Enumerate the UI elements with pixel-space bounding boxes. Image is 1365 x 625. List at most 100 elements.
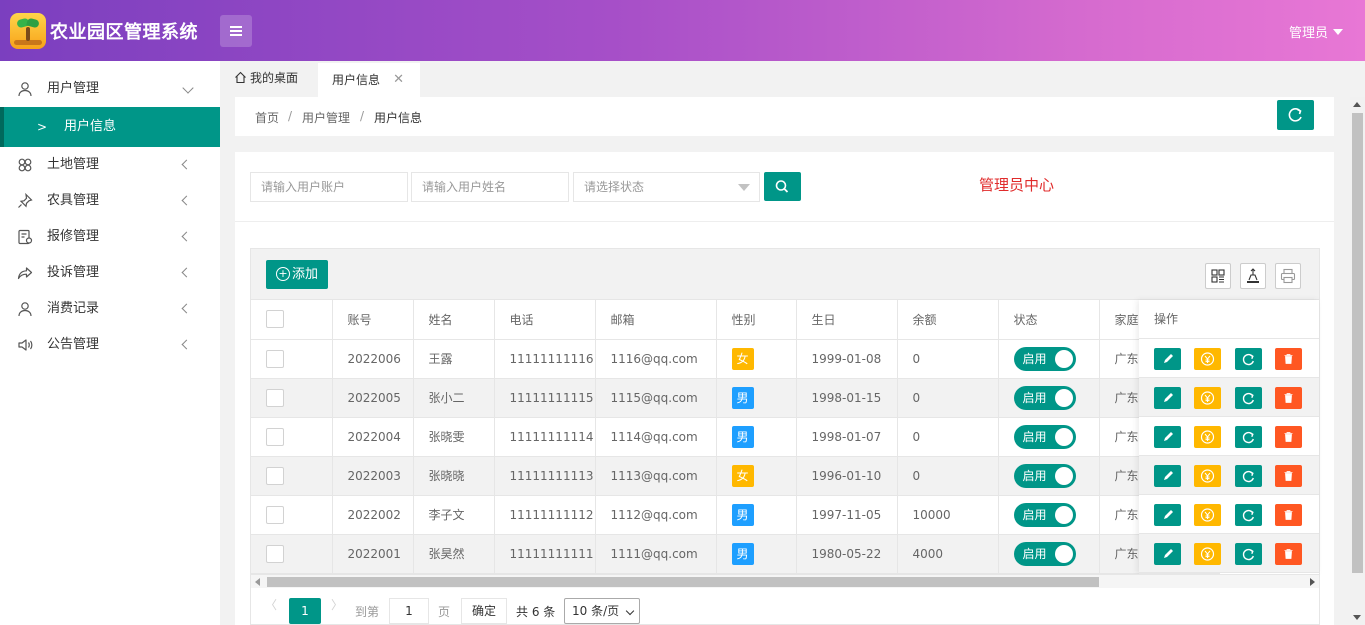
recharge-button[interactable] — [1194, 504, 1221, 526]
edit-button[interactable] — [1154, 387, 1181, 409]
row-checkbox[interactable] — [266, 388, 284, 407]
search-button[interactable] — [764, 172, 801, 201]
scroll-up-icon[interactable] — [1353, 102, 1361, 107]
admin-center-label: 管理员中心 — [979, 176, 1055, 194]
column-header[interactable]: 生日 — [796, 300, 898, 340]
app-title: 农业园区管理系统 — [50, 22, 198, 43]
delete-button[interactable] — [1275, 387, 1302, 409]
recharge-button[interactable] — [1194, 543, 1221, 565]
next-page-button[interactable]: 〉 — [331, 596, 343, 613]
status-toggle[interactable]: 启用 — [1013, 385, 1076, 410]
column-header[interactable]: 邮箱 — [595, 300, 717, 340]
pagination: 〈 1 〉 到第 1 页 确定 共 6 条 10 条/页 — [251, 588, 1319, 625]
status-cell: 启用 — [998, 456, 1100, 496]
status-toggle[interactable]: 启用 — [1013, 463, 1076, 488]
delete-button[interactable] — [1275, 504, 1302, 526]
status-toggle[interactable]: 启用 — [1013, 346, 1076, 371]
tab-home[interactable]: 我的桌面 — [234, 61, 298, 97]
edit-button[interactable] — [1154, 543, 1181, 565]
account-search-input[interactable]: 请输入用户账户 — [250, 172, 408, 202]
scrollbar-thumb[interactable] — [1352, 113, 1363, 573]
status-toggle[interactable]: 启用 — [1013, 424, 1076, 449]
goto-page-input[interactable]: 1 — [389, 598, 429, 624]
status-toggle[interactable]: 启用 — [1013, 541, 1076, 566]
confirm-button[interactable]: 确定 — [461, 598, 507, 624]
tab-user-info[interactable]: 用户信息 ✕ — [318, 61, 420, 97]
print-button[interactable] — [1275, 263, 1301, 289]
menu-toggle-button[interactable] — [220, 15, 252, 47]
scrollbar-thumb[interactable] — [267, 577, 1099, 587]
reset-button[interactable] — [1235, 387, 1262, 409]
chevron-left-icon — [181, 267, 192, 278]
export-button[interactable] — [1240, 263, 1266, 289]
prev-page-button[interactable]: 〈 — [265, 596, 277, 613]
reset-button[interactable] — [1235, 504, 1262, 526]
sidebar-item-user-info[interactable]: > 用户信息 — [0, 107, 220, 147]
column-header[interactable]: 姓名 — [413, 300, 495, 340]
column-header[interactable]: 账号 — [332, 300, 414, 340]
phone-cell: 11111111116 — [494, 339, 596, 379]
column-header[interactable]: 余额 — [897, 300, 999, 340]
scroll-down-icon[interactable] — [1353, 615, 1361, 620]
delete-button[interactable] — [1275, 543, 1302, 565]
row-checkbox[interactable] — [266, 505, 284, 524]
reset-button[interactable] — [1235, 465, 1262, 487]
breadcrumb-home[interactable]: 首页 — [255, 109, 279, 126]
edit-button[interactable] — [1154, 348, 1181, 370]
row-checkbox[interactable] — [266, 466, 284, 485]
scroll-left-icon[interactable] — [255, 578, 260, 586]
row-checkbox[interactable] — [266, 544, 284, 563]
vertical-scrollbar[interactable] — [1350, 97, 1365, 625]
yen-icon — [1200, 469, 1215, 483]
breadcrumb-user-management[interactable]: 用户管理 — [302, 109, 350, 126]
sidebar-item-land-management[interactable]: 土地管理 — [0, 147, 220, 183]
reset-button[interactable] — [1235, 543, 1262, 565]
status-toggle[interactable]: 启用 — [1013, 502, 1076, 527]
sidebar-item-complaint-management[interactable]: 投诉管理 — [0, 255, 220, 291]
sidebar-item-consumption-records[interactable]: 消费记录 — [0, 291, 220, 327]
gender-badge: 男 — [731, 425, 754, 448]
sidebar-item-repair-management[interactable]: 报修管理 — [0, 219, 220, 255]
status-select[interactable]: 请选择状态 — [573, 172, 760, 202]
table-row: 2022003 张晓晓 11111111113 1113@qq.com 女 19… — [251, 456, 1220, 496]
page-size-select[interactable]: 10 条/页 — [564, 598, 640, 624]
name-search-input[interactable]: 请输入用户姓名 — [411, 172, 569, 202]
row-checkbox[interactable] — [266, 349, 284, 368]
recharge-button[interactable] — [1194, 465, 1221, 487]
scroll-right-icon[interactable] — [1310, 578, 1315, 586]
sidebar-item-user-management[interactable]: 用户管理 — [0, 71, 220, 107]
horizontal-scrollbar[interactable] — [251, 574, 1319, 588]
row-checkbox[interactable] — [266, 427, 284, 446]
gender-badge: 男 — [731, 386, 754, 409]
select-all-checkbox[interactable] — [266, 310, 284, 329]
sidebar-item-announcement-management[interactable]: 公告管理 — [0, 327, 220, 363]
user-menu[interactable]: 管理员 — [1289, 22, 1343, 41]
close-icon[interactable]: ✕ — [393, 63, 404, 97]
delete-button[interactable] — [1275, 465, 1302, 487]
current-page[interactable]: 1 — [289, 598, 321, 624]
balance-cell: 0 — [897, 378, 999, 418]
yen-icon — [1200, 508, 1215, 522]
recharge-button[interactable] — [1194, 348, 1221, 370]
email-cell: 1114@qq.com — [595, 417, 717, 457]
reset-button[interactable] — [1235, 426, 1262, 448]
recharge-button[interactable] — [1194, 387, 1221, 409]
column-header[interactable]: 状态 — [998, 300, 1100, 340]
filter-columns-button[interactable] — [1205, 263, 1231, 289]
add-button[interactable]: + 添加 — [266, 260, 328, 289]
status-cell: 启用 — [998, 339, 1100, 379]
column-header[interactable]: 电话 — [494, 300, 596, 340]
delete-button[interactable] — [1275, 426, 1302, 448]
column-header[interactable]: 性别 — [716, 300, 797, 340]
gender-cell: 女 — [716, 456, 797, 496]
recharge-button[interactable] — [1194, 426, 1221, 448]
delete-button[interactable] — [1275, 348, 1302, 370]
reset-button[interactable] — [1235, 348, 1262, 370]
sidebar-item-tool-management[interactable]: 农具管理 — [0, 183, 220, 219]
name-cell: 王露 — [413, 339, 495, 379]
edit-button[interactable] — [1154, 465, 1181, 487]
refresh-button[interactable] — [1277, 100, 1314, 130]
status-cell: 启用 — [998, 378, 1100, 418]
edit-button[interactable] — [1154, 504, 1181, 526]
edit-button[interactable] — [1154, 426, 1181, 448]
